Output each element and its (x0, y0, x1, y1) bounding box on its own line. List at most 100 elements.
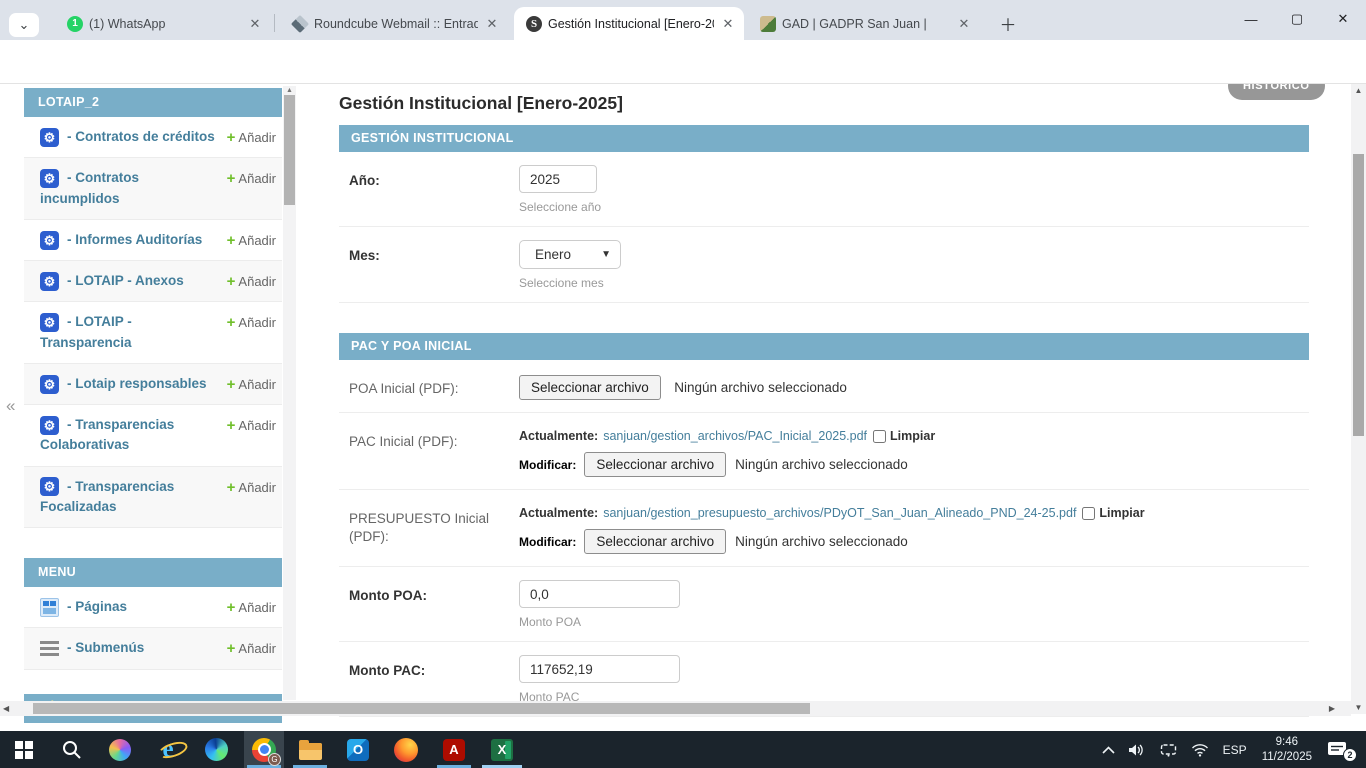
admin-sidebar: LOTAIP_2+Añadir⚙- Contratos de créditos+… (24, 88, 282, 731)
sidebar-item[interactable]: +Añadir - Páginas (24, 587, 282, 628)
tab-search-button[interactable]: ⌄ (9, 13, 39, 37)
pac-file-link[interactable]: sanjuan/gestion_archivos/PAC_Inicial_202… (603, 429, 867, 443)
add-link[interactable]: +Añadir (227, 477, 276, 500)
add-label: Añadir (238, 377, 276, 392)
tab-gad[interactable]: GAD | GADPR San Juan | ✕ (748, 7, 980, 40)
ano-input[interactable] (519, 165, 597, 193)
taskbar-explorer-button[interactable] (290, 731, 330, 768)
scrollbar-thumb[interactable] (284, 95, 295, 205)
pac-limpiar-checkbox[interactable] (873, 430, 886, 443)
add-link[interactable]: +Añadir (227, 638, 276, 661)
taskbar-edge-button[interactable] (196, 731, 236, 768)
poa-no-file-text: Ningún archivo seleccionado (674, 380, 847, 395)
add-link[interactable]: +Añadir (227, 415, 276, 438)
sidebar-item[interactable]: +Añadir⚙- Lotaip responsables (24, 364, 282, 405)
pac-file-button[interactable]: Seleccionar archivo (584, 452, 726, 477)
scroll-up-icon[interactable]: ▲ (283, 87, 296, 94)
mes-select[interactable]: Enero ▼ (519, 240, 621, 269)
site-globe-icon: S (526, 16, 542, 32)
new-tab-button[interactable]: ＋ (995, 10, 1021, 36)
add-link[interactable]: +Añadir (227, 597, 276, 620)
tab-gestion-institucional[interactable]: S Gestión Institucional [Enero-202 ✕ (514, 7, 744, 40)
taskbar-firefox-button[interactable] (386, 731, 426, 768)
sidebar-item-label[interactable]: - Submenús (67, 640, 144, 655)
notification-badge: 2 (1343, 748, 1357, 762)
sidebar-item-label[interactable]: - Informes Auditorías (67, 232, 202, 247)
sidebar-section-header: LOTAIP_2 (24, 88, 282, 117)
taskbar-chrome-button[interactable]: G (244, 731, 284, 768)
cast-display-icon[interactable] (1160, 743, 1177, 757)
volume-icon[interactable] (1129, 743, 1146, 757)
add-link[interactable]: +Añadir (227, 230, 276, 253)
taskbar-acrobat-button[interactable]: A (434, 731, 474, 768)
close-icon[interactable]: ✕ (484, 16, 500, 32)
window-close-button[interactable]: ✕ (1320, 0, 1366, 38)
presupuesto-file-button[interactable]: Seleccionar archivo (584, 529, 726, 554)
tab-whatsapp[interactable]: 1 (1) WhatsApp ✕ (55, 7, 271, 40)
tab-roundcube[interactable]: Roundcube Webmail :: Entrada ✕ (280, 7, 508, 40)
plus-icon: + (227, 314, 236, 331)
section-header-pac-poa: PAC Y POA INICIAL (339, 333, 1309, 360)
taskbar-outlook-button[interactable]: O (338, 731, 378, 768)
sidebar-item[interactable]: +Añadir⚙- Transparencias Focalizadas (24, 467, 282, 529)
sidebar-item-label[interactable]: - Páginas (67, 599, 127, 614)
add-link[interactable]: +Añadir (227, 312, 276, 335)
sidebar-item-label[interactable]: - Transparencias Focalizadas (40, 479, 174, 514)
scroll-left-icon[interactable]: ◀ (3, 701, 9, 716)
sidebar-item[interactable]: +Añadir⚙- Informes Auditorías (24, 220, 282, 261)
sidebar-item[interactable]: +Añadir (24, 723, 282, 732)
monto-poa-input[interactable] (519, 580, 680, 608)
sidebar-item[interactable]: +Añadir⚙- LOTAIP - Anexos (24, 261, 282, 302)
poa-file-button[interactable]: Seleccionar archivo (519, 375, 661, 400)
start-button[interactable] (4, 731, 44, 768)
sidebar-item[interactable]: +Añadir⚙- Transparencias Colaborativas (24, 405, 282, 467)
sidebar-item[interactable]: +Añadir⚙- Contratos de créditos (24, 117, 282, 158)
sidebar-item-label[interactable]: - Lotaip responsables (67, 376, 207, 391)
close-icon[interactable]: ✕ (956, 16, 972, 32)
presupuesto-limpiar-checkbox[interactable] (1082, 507, 1095, 520)
sidebar-item[interactable]: +Añadir⚙- LOTAIP - Transparencia (24, 302, 282, 364)
sidebar-item-label[interactable]: - LOTAIP - Anexos (67, 273, 184, 288)
taskbar-excel-button[interactable]: X (482, 731, 522, 768)
monto-pac-input[interactable] (519, 655, 680, 683)
plus-icon: + (227, 170, 236, 187)
add-link[interactable]: +Añadir (227, 374, 276, 397)
sidebar-item-label[interactable]: - Contratos de créditos (67, 129, 215, 144)
page-horizontal-scrollbar[interactable]: ◀ ▶ (0, 701, 1351, 716)
acrobat-icon: A (443, 739, 465, 761)
historico-button[interactable]: HISTÓRICO (1228, 84, 1325, 100)
window-maximize-button[interactable]: ▢ (1274, 0, 1320, 38)
scroll-down-icon[interactable]: ▼ (1351, 703, 1366, 712)
wifi-icon[interactable] (1191, 743, 1209, 757)
add-link[interactable]: +Añadir (227, 168, 276, 191)
add-label: Añadir (238, 600, 276, 615)
scroll-up-icon[interactable]: ▲ (1351, 86, 1366, 95)
sidebar-item[interactable]: +Añadir⚙- Contratos incumplidos (24, 158, 282, 220)
windows-logo-icon (15, 741, 33, 759)
presupuesto-modify-label: Modificar: (519, 535, 576, 549)
close-icon[interactable]: ✕ (720, 16, 736, 32)
tab-title: (1) WhatsApp (89, 17, 241, 31)
close-icon[interactable]: ✕ (247, 16, 263, 32)
taskbar-search-button[interactable] (52, 731, 92, 768)
window-minimize-button[interactable]: — (1228, 0, 1274, 38)
add-link[interactable]: +Añadir (227, 127, 276, 150)
sidebar-item-label[interactable]: - Transparencias Colaborativas (40, 417, 174, 452)
taskbar-clock[interactable]: 9:46 11/2/2025 (1262, 735, 1312, 765)
sidebar-collapse-icon[interactable]: « (6, 396, 15, 416)
page-vertical-scrollbar[interactable]: ▲ ▼ (1351, 84, 1366, 714)
sidebar-scrollbar[interactable]: ▲ (283, 86, 296, 700)
language-indicator[interactable]: ESP (1223, 743, 1247, 757)
add-link[interactable]: +Añadir (227, 271, 276, 294)
taskbar-ie-button[interactable]: e (148, 731, 188, 768)
tray-expand-chevron-icon[interactable] (1102, 746, 1115, 754)
scroll-right-icon[interactable]: ▶ (1329, 701, 1335, 716)
scrollbar-thumb[interactable] (33, 703, 810, 714)
taskbar-copilot-button[interactable] (100, 731, 140, 768)
menu-icon (40, 641, 59, 656)
field-row-mes: Mes: Enero ▼ Seleccione mes (339, 227, 1309, 303)
scrollbar-thumb[interactable] (1353, 154, 1364, 436)
notification-center-button[interactable]: 2 (1327, 741, 1353, 758)
sidebar-item[interactable]: +Añadir - Submenús (24, 628, 282, 669)
presupuesto-file-link[interactable]: sanjuan/gestion_presupuesto_archivos/PDy… (603, 506, 1076, 520)
